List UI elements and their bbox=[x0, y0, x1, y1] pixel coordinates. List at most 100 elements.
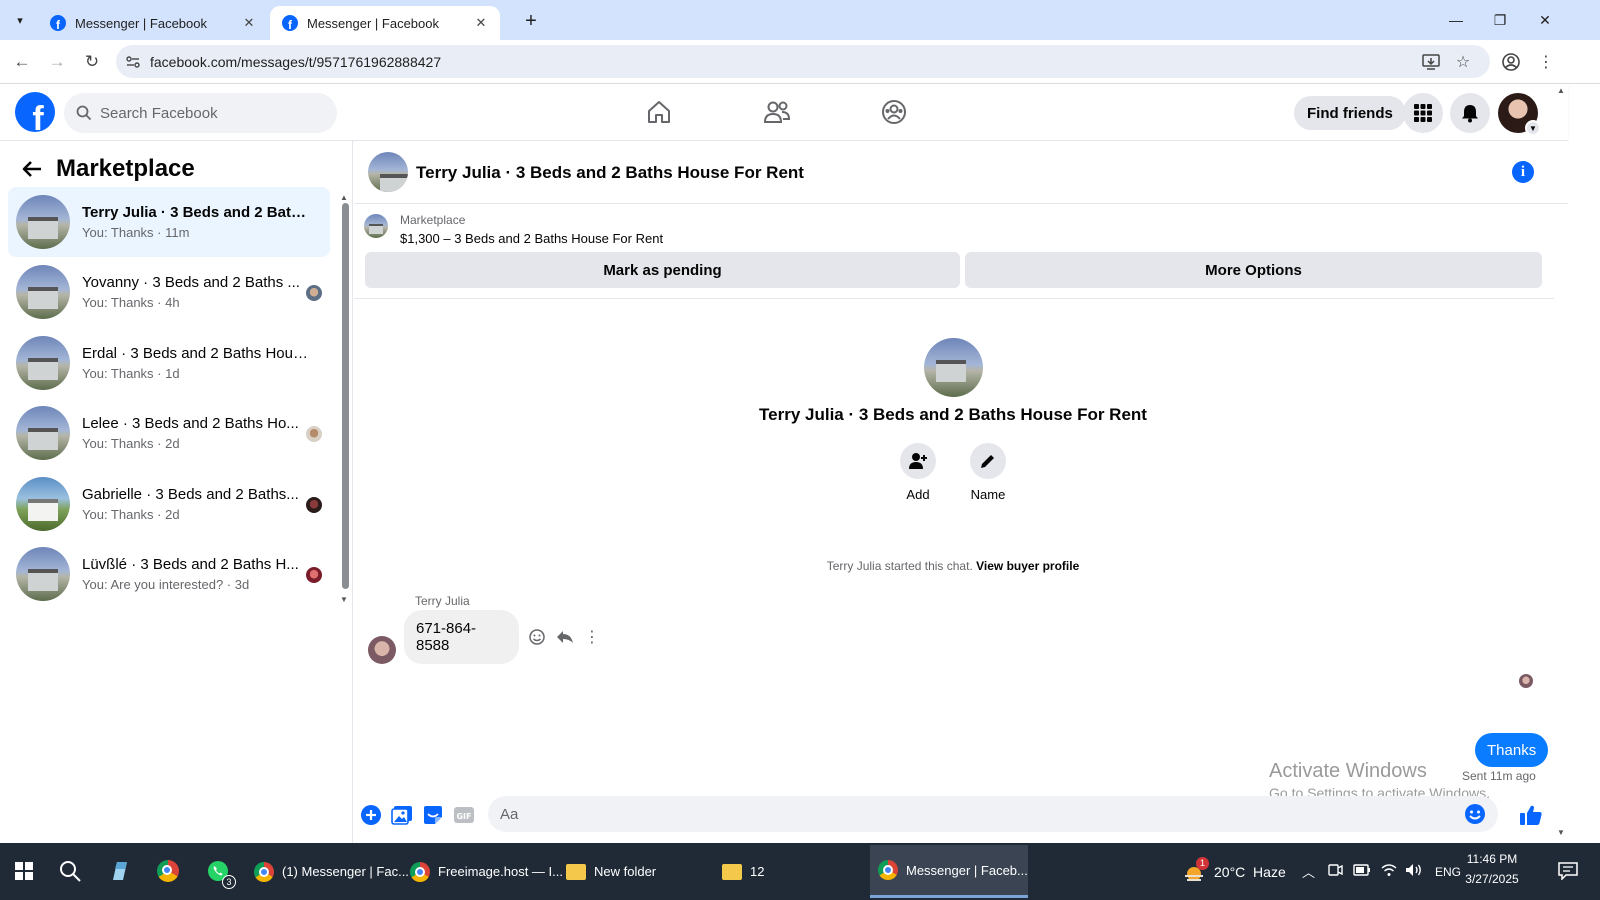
taskbar-search-icon[interactable] bbox=[50, 851, 90, 891]
conversation-name: Gabrielle · 3 Beds and 2 Baths... bbox=[82, 486, 299, 503]
facebook-favicon-icon: f bbox=[282, 15, 298, 31]
taskbar-app-label: New folder bbox=[594, 864, 657, 879]
search-input[interactable] bbox=[100, 104, 300, 122]
find-friends-button[interactable]: Find friends bbox=[1294, 96, 1406, 130]
system-clock[interactable]: 11:46 PM 3/27/2025 bbox=[1452, 849, 1532, 889]
incoming-message-bubble[interactable]: 671-864-8588 bbox=[404, 610, 519, 664]
more-actions-icon[interactable]: ⋮ bbox=[581, 626, 603, 648]
back-button[interactable]: ← bbox=[8, 48, 36, 76]
conversation-preview: You: Thanks · 11m bbox=[82, 225, 190, 240]
scroll-down-icon[interactable]: ▼ bbox=[340, 595, 348, 604]
url-text[interactable]: facebook.com/messages/t/9571761962888427 bbox=[150, 54, 441, 70]
notification-center-icon[interactable] bbox=[1548, 851, 1588, 891]
conversation-preview: You: Thanks · 1d bbox=[82, 366, 180, 381]
listing-price-title[interactable]: $1,300 – 3 Beds and 2 Baths House For Re… bbox=[400, 231, 663, 246]
volume-icon[interactable] bbox=[1405, 863, 1423, 880]
intro-name: Terry Julia · 3 Beds and 2 Baths House F… bbox=[759, 405, 1147, 424]
weather-badge: 1 bbox=[1196, 856, 1209, 870]
add-people-button[interactable]: Add bbox=[888, 443, 948, 502]
list-item-conversation[interactable]: Lelee · 3 Beds and 2 Baths Ho... You: Th… bbox=[8, 398, 330, 468]
facebook-logo-icon[interactable]: f bbox=[15, 92, 55, 132]
tab-close-icon[interactable]: ✕ bbox=[240, 14, 258, 32]
name-chat-button[interactable]: Name bbox=[958, 443, 1018, 502]
conversation-list-scrollbar[interactable]: ▲ ▼ bbox=[340, 193, 350, 604]
sender-avatar[interactable] bbox=[368, 636, 396, 664]
facebook-favicon-icon: f bbox=[50, 15, 66, 31]
emoji-icon[interactable] bbox=[1464, 803, 1486, 825]
notifications-bell-icon[interactable] bbox=[1450, 93, 1490, 133]
taskbar-app-messenger-active[interactable]: Messenger | Faceb... bbox=[870, 845, 1028, 898]
minimize-button[interactable]: — bbox=[1434, 6, 1478, 34]
tab-search-dropdown[interactable]: ▾ bbox=[8, 8, 32, 32]
view-buyer-profile-link[interactable]: View buyer profile bbox=[976, 559, 1079, 573]
chrome-icon[interactable] bbox=[148, 851, 188, 891]
list-item-conversation[interactable]: Terry Julia · 3 Beds and 2 Baths ... You… bbox=[8, 187, 330, 257]
friends-icon[interactable] bbox=[747, 92, 807, 132]
restore-button[interactable]: ❐ bbox=[1478, 6, 1522, 34]
scrollbar-thumb[interactable] bbox=[342, 203, 349, 589]
wifi-icon[interactable] bbox=[1381, 863, 1397, 880]
browser-tab-2[interactable]: f Messenger | Facebook ✕ bbox=[270, 6, 500, 40]
site-info-icon[interactable] bbox=[116, 54, 150, 70]
install-app-icon[interactable] bbox=[1418, 49, 1444, 75]
chrome-icon bbox=[878, 860, 898, 880]
list-item-conversation[interactable]: Gabrielle · 3 Beds and 2 Baths... You: T… bbox=[8, 469, 330, 539]
photo-icon[interactable] bbox=[390, 803, 414, 827]
sticker-icon[interactable] bbox=[421, 803, 445, 827]
conversation-preview: You: Thanks · 4h bbox=[82, 295, 180, 310]
tray-chevron-up-icon[interactable]: ︿ bbox=[1302, 862, 1315, 881]
taskbar-app-folder-12[interactable]: 12 bbox=[714, 845, 866, 898]
bookmark-star-icon[interactable]: ☆ bbox=[1450, 49, 1476, 75]
app-pinned-icon[interactable] bbox=[100, 851, 140, 891]
list-item-conversation[interactable]: Erdal · 3 Beds and 2 Baths Hous... You: … bbox=[8, 328, 330, 398]
whatsapp-icon[interactable]: 3 bbox=[198, 851, 238, 891]
chat-started-note: Terry Julia started this chat. View buye… bbox=[354, 559, 1552, 573]
omnibox[interactable]: facebook.com/messages/t/9571761962888427 bbox=[116, 45, 1490, 78]
chrome-profile-icon[interactable] bbox=[1498, 49, 1524, 75]
page-scrollbar[interactable]: ▲ ▼ bbox=[1554, 84, 1568, 843]
taskbar-app-messenger[interactable]: (1) Messenger | Fac... bbox=[246, 845, 409, 898]
chrome-icon bbox=[254, 861, 274, 882]
groups-icon[interactable] bbox=[864, 92, 924, 132]
like-thumb-icon[interactable] bbox=[1519, 803, 1543, 827]
message-input[interactable] bbox=[500, 805, 1460, 823]
name-label: Name bbox=[970, 487, 1006, 502]
chat-avatar[interactable] bbox=[368, 152, 408, 192]
reply-icon[interactable] bbox=[554, 626, 576, 648]
windows-start-icon[interactable] bbox=[4, 851, 44, 891]
taskbar-app-new-folder[interactable]: New folder bbox=[558, 845, 710, 898]
whatsapp-badge: 3 bbox=[222, 875, 236, 889]
gif-icon[interactable]: GIF bbox=[452, 803, 476, 827]
tray-icons: ︿ ENG bbox=[1302, 843, 1461, 900]
react-emoji-icon[interactable] bbox=[526, 626, 548, 648]
taskbar-app-freeimage[interactable]: Freeimage.host — I... bbox=[402, 845, 563, 898]
weather-widget[interactable]: 1 20°C Haze bbox=[1182, 843, 1286, 900]
reload-button[interactable]: ↻ bbox=[78, 48, 106, 76]
facebook-search[interactable] bbox=[64, 93, 337, 133]
plus-circle-icon[interactable] bbox=[359, 803, 383, 827]
new-tab-button[interactable]: + bbox=[518, 8, 544, 34]
list-item-conversation[interactable]: Yovanny · 3 Beds and 2 Baths ... You: Th… bbox=[8, 257, 330, 327]
mark-as-pending-button[interactable]: Mark as pending bbox=[365, 252, 960, 288]
taskbar-app-label: (1) Messenger | Fac... bbox=[282, 864, 409, 879]
more-options-button[interactable]: More Options bbox=[965, 252, 1542, 288]
scroll-down-icon[interactable]: ▼ bbox=[1557, 828, 1565, 837]
scroll-up-icon[interactable]: ▲ bbox=[340, 193, 348, 202]
chrome-menu-icon[interactable]: ⋮ bbox=[1533, 49, 1559, 75]
chat-title[interactable]: Terry Julia · 3 Beds and 2 Baths House F… bbox=[416, 163, 804, 183]
tab-close-icon[interactable]: ✕ bbox=[472, 14, 490, 32]
forward-button[interactable]: → bbox=[43, 48, 71, 76]
battery-icon[interactable] bbox=[1353, 864, 1371, 879]
menu-grid-icon[interactable] bbox=[1403, 93, 1443, 133]
conversation-preview: You: Thanks · 2d bbox=[82, 507, 180, 522]
back-arrow-icon[interactable] bbox=[20, 157, 44, 181]
info-icon[interactable]: i bbox=[1512, 161, 1534, 183]
home-icon[interactable] bbox=[629, 92, 689, 132]
list-item-conversation[interactable]: Lüvßlé · 3 Beds and 2 Baths H... You: Ar… bbox=[8, 539, 330, 609]
close-window-button[interactable]: ✕ bbox=[1523, 6, 1567, 34]
message-input-box[interactable] bbox=[488, 796, 1498, 832]
scroll-up-icon[interactable]: ▲ bbox=[1557, 86, 1565, 95]
meet-now-icon[interactable] bbox=[1327, 862, 1343, 881]
account-avatar[interactable]: ▼ bbox=[1498, 93, 1541, 136]
browser-tab-1[interactable]: f Messenger | Facebook ✕ bbox=[38, 6, 268, 40]
